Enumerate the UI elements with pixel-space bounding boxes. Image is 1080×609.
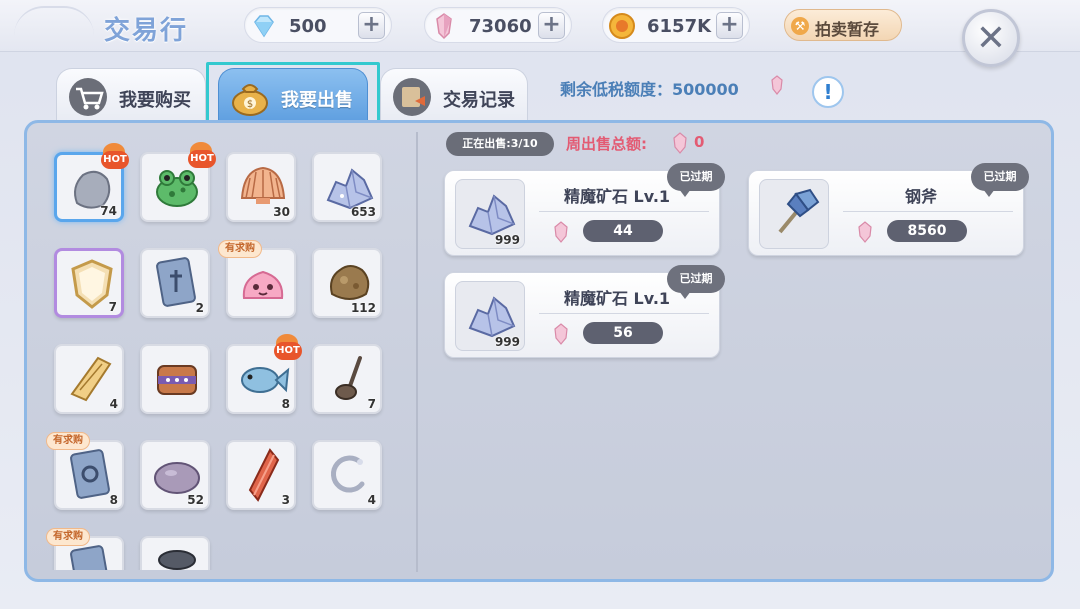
axe-icon: [778, 188, 820, 234]
listing-price: 8560: [887, 220, 967, 242]
item-count: 999: [494, 335, 520, 349]
listing-item-box: 999: [455, 281, 525, 351]
diamond-value: 500: [289, 16, 327, 37]
hot-badge: HOT: [101, 143, 129, 173]
item-count: 8: [281, 397, 290, 411]
sale-listing-card[interactable]: 钢斧 8560 已过期: [748, 163, 1029, 256]
item-count: 52: [187, 493, 204, 507]
buy-request-badge: 有求购: [46, 432, 90, 450]
close-icon: ✕: [975, 18, 1007, 59]
inventory-slot[interactable]: 有求购: [46, 528, 124, 570]
inventory-slot[interactable]: 653: [312, 152, 382, 222]
listing-divider: [539, 313, 709, 314]
auction-storage-label: 拍卖暂存: [815, 20, 880, 39]
item-count: 653: [350, 205, 376, 219]
tax-quota-label: 剩余低税额度：500000: [560, 80, 739, 99]
inventory-slot[interactable]: 112: [312, 248, 382, 318]
tab-buy-label: 我要购买: [119, 90, 191, 111]
crystal-value: 73060: [469, 16, 532, 37]
listing-price: 56: [583, 322, 663, 344]
inventory-slot[interactable]: 4: [54, 344, 124, 414]
crystal-icon: [551, 323, 571, 345]
item-count: 999: [494, 233, 520, 247]
coin-icon: [607, 11, 637, 41]
item-count: 2: [195, 301, 204, 315]
inventory-grid[interactable]: 74 HOT HOT 30 653 7 2 有求购 112 4 8 HOT 7 …: [44, 142, 404, 570]
inventory-slot[interactable]: 7: [54, 248, 124, 318]
crystal-icon: [768, 75, 786, 95]
tab-records-label: 交易记录: [443, 90, 515, 111]
tab-records[interactable]: 交易记录: [380, 68, 528, 122]
rune-card-icon: [70, 545, 110, 570]
inventory-slot[interactable]: HOT: [140, 142, 216, 222]
listing-divider: [539, 211, 709, 212]
crystal-icon: [429, 11, 459, 41]
tab-buy[interactable]: 我要购买: [56, 68, 206, 122]
inventory-slot[interactable]: 52: [140, 440, 210, 510]
record-book-icon: [389, 75, 435, 117]
inventory-slot[interactable]: 2: [140, 248, 210, 318]
item-count: 112: [350, 301, 376, 315]
item-count: 30: [273, 205, 290, 219]
listing-divider: [843, 211, 1013, 212]
item-count: 3: [281, 493, 290, 507]
expired-badge: 已过期: [667, 163, 725, 197]
inventory-slot[interactable]: 有求购: [218, 240, 296, 318]
auction-storage-button[interactable]: ⚒ 拍卖暂存: [784, 9, 902, 41]
info-button[interactable]: !: [812, 76, 844, 108]
dark-item-icon: [158, 550, 196, 570]
add-crystal-button[interactable]: +: [538, 12, 565, 39]
inventory-slot[interactable]: 3: [226, 440, 296, 510]
buy-request-badge: 有求购: [46, 528, 90, 546]
add-diamond-button[interactable]: +: [358, 12, 385, 39]
crystal-currency: 73060 +: [424, 7, 572, 43]
on-sale-count: 正在出售:3/10: [446, 132, 554, 156]
diamond-icon: [249, 11, 279, 41]
hot-badge: HOT: [274, 334, 302, 364]
listing-item-box: [759, 179, 829, 249]
crown-icon: [157, 365, 197, 395]
panel-divider: [416, 132, 418, 572]
cart-icon: [65, 75, 111, 117]
item-count: 74: [100, 204, 117, 218]
item-count: 8: [109, 493, 118, 507]
inventory-slot[interactable]: 8 HOT: [226, 334, 302, 414]
hot-badge: HOT: [188, 142, 216, 172]
weekly-sale-value: 0: [694, 133, 705, 151]
sale-listing-card[interactable]: 999 精魔矿石 Lv.1 44 已过期: [444, 163, 725, 256]
coin-currency: 6157K +: [602, 7, 750, 43]
listing-item-box: 999: [455, 179, 525, 249]
inventory-slot[interactable]: 4: [312, 440, 382, 510]
inventory-slot[interactable]: 30: [226, 152, 296, 222]
add-coin-button[interactable]: +: [716, 12, 743, 39]
inventory-slot[interactable]: 8 有求购: [46, 432, 124, 510]
weekly-sale-label: 周出售总额:: [566, 135, 647, 153]
coin-value: 6157K: [647, 16, 712, 37]
crystal-icon: [670, 132, 690, 154]
item-count: 4: [367, 493, 376, 507]
page-title: 交易行: [104, 16, 189, 46]
item-count: 7: [108, 300, 117, 314]
inventory-slot[interactable]: [140, 536, 210, 570]
buy-request-badge: 有求购: [218, 240, 262, 258]
inventory-slot[interactable]: 7: [312, 344, 382, 414]
crystal-icon: [855, 221, 875, 243]
sale-listing-card[interactable]: 999 精魔矿石 Lv.1 56 已过期: [444, 265, 725, 358]
close-button[interactable]: ✕: [962, 9, 1020, 67]
inventory-slot[interactable]: 74 HOT: [54, 143, 129, 222]
item-count: 4: [109, 397, 118, 411]
expired-badge: 已过期: [667, 265, 725, 299]
pink-slime-icon: [242, 270, 284, 299]
item-count: 7: [367, 397, 376, 411]
expired-badge: 已过期: [971, 163, 1029, 197]
diamond-currency: 500 +: [244, 7, 392, 43]
listing-price: 44: [583, 220, 663, 242]
inventory-slot[interactable]: [140, 344, 210, 414]
auction-hammer-icon: ⚒: [791, 17, 809, 35]
crystal-icon: [551, 221, 571, 243]
